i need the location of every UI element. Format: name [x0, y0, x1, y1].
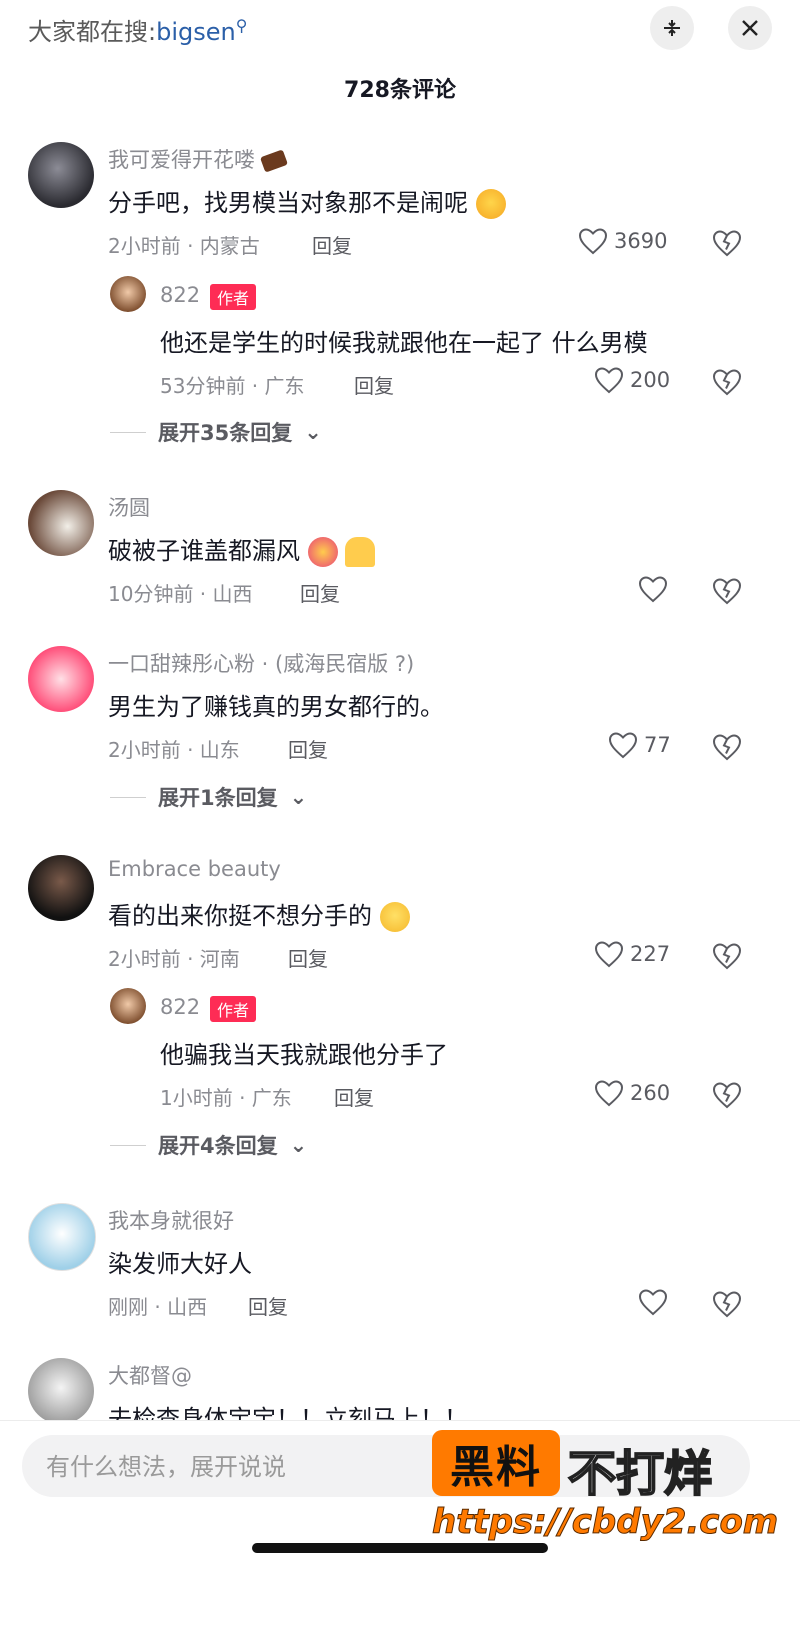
watermark-url: https://cbdy2.com [431, 1502, 779, 1543]
comment-text: 看的出来你挺不想分手的 [108, 896, 410, 932]
comment-username[interactable]: 我可爱得开花喽 [108, 144, 288, 174]
comment-meta: 10分钟前 · 山西 [108, 582, 253, 606]
reply-button[interactable]: 回复 [288, 734, 328, 763]
like-button[interactable]: 3690 [578, 227, 667, 255]
close-button[interactable] [728, 6, 772, 50]
expand-replies-button[interactable]: 展开1条回复 ⌄ [110, 782, 307, 812]
comment-username[interactable]: 一口甜辣彤心粉 · (威海民宿版 ?) [108, 648, 414, 678]
expand-replies-button[interactable]: 展开35条回复 ⌄ [110, 417, 322, 447]
like-button[interactable]: 77 [608, 731, 671, 759]
comment-username[interactable]: 汤圆 [108, 492, 150, 522]
dislike-icon[interactable] [712, 228, 742, 258]
close-icon [742, 20, 758, 36]
divider [110, 796, 146, 798]
comment-meta: 2小时前 · 河南 [108, 947, 240, 971]
reply-button[interactable]: 回复 [312, 230, 352, 259]
like-button[interactable]: 227 [594, 940, 670, 968]
like-count: 3690 [614, 229, 668, 253]
reply-button[interactable]: 回复 [300, 578, 340, 607]
avatar[interactable] [28, 855, 94, 921]
heart-icon [638, 1289, 668, 1316]
author-badge: 作者 [210, 284, 257, 310]
comment-username[interactable]: Embrace beauty [108, 857, 281, 881]
reply-button[interactable]: 回复 [288, 943, 328, 972]
comment-text: 破被子谁盖都漏风 [108, 531, 376, 567]
dislike-icon[interactable] [712, 367, 742, 397]
heart-icon [578, 228, 608, 255]
like-count: 200 [630, 368, 671, 392]
top-bar: 大家都在搜:bigsen⚲ 728条评论 [0, 0, 800, 103]
reply-text: 他还是学生的时候我就跟他在一起了 什么男模 [160, 329, 648, 357]
reply-button[interactable]: 回复 [248, 1291, 288, 1320]
avatar[interactable] [28, 1203, 96, 1271]
laughing-emoji-icon [475, 189, 506, 219]
like-button[interactable]: 200 [594, 366, 670, 394]
divider [110, 1144, 146, 1146]
comment-text: 染发师大好人 [108, 1250, 252, 1278]
heart-icon [608, 732, 638, 759]
like-count: 260 [630, 1081, 671, 1105]
heart-icon [594, 367, 624, 394]
comment-text: 分手吧，找男模当对象那不是闹呢 [108, 183, 506, 219]
comment-count-title: 728条评论 [344, 78, 456, 103]
comment-meta: 刚刚 · 山西 [108, 1295, 208, 1319]
reply-button[interactable]: 回复 [354, 370, 394, 399]
dislike-icon[interactable] [712, 941, 742, 971]
watermark: 黑料 不打烊 https://cbdy2.com [431, 1430, 779, 1550]
search-suggestion[interactable]: 大家都在搜:bigsen⚲ [28, 12, 247, 47]
heart-icon [594, 941, 624, 968]
comment-input[interactable] [44, 1435, 468, 1499]
collapse-button[interactable] [650, 6, 694, 50]
pray-emoji-icon [345, 537, 376, 567]
reply-username[interactable]: 822 [160, 283, 200, 307]
divider [110, 431, 146, 433]
watermark-badge: 黑料 [432, 1430, 560, 1496]
dislike-icon[interactable] [712, 576, 742, 606]
collapse-icon [664, 20, 680, 36]
chevron-down-icon: ⌄ [304, 420, 322, 444]
avatar[interactable] [110, 988, 146, 1024]
comment-username[interactable]: 大都督@ [108, 1360, 192, 1390]
like-button[interactable]: 260 [594, 1079, 670, 1107]
reply-meta: 1小时前 · 广东 [160, 1086, 292, 1110]
heart-icon [594, 1080, 624, 1107]
reply-meta: 53分钟前 · 广东 [160, 374, 305, 398]
search-icon: ⚲ [235, 16, 248, 35]
chevron-down-icon: ⌄ [289, 785, 308, 809]
comment-meta: 2小时前 · 内蒙古 [108, 234, 260, 258]
like-count: 227 [630, 942, 671, 966]
heart-icon [638, 576, 668, 603]
author-badge: 作者 [210, 996, 257, 1022]
reply-username[interactable]: 822 [160, 995, 200, 1019]
like-count: 77 [644, 733, 671, 757]
chocolate-emoji-icon [259, 149, 288, 173]
comment-text: 男生为了赚钱真的男女都行的。 [108, 693, 444, 721]
comment-username[interactable]: 我本身就很好 [108, 1205, 234, 1235]
chevron-down-icon: ⌄ [289, 1133, 308, 1157]
avatar[interactable] [28, 646, 94, 712]
hug-emoji-icon [307, 537, 338, 567]
search-prefix: 大家都在搜: [28, 18, 157, 46]
avatar[interactable] [110, 276, 146, 312]
comment-meta: 2小时前 · 山东 [108, 738, 240, 762]
like-button[interactable] [638, 1288, 674, 1316]
dislike-icon[interactable] [712, 1289, 742, 1319]
dislike-icon[interactable] [712, 732, 742, 762]
smile-emoji-icon [379, 902, 410, 932]
avatar[interactable] [28, 1358, 94, 1424]
avatar[interactable] [28, 490, 94, 556]
search-keyword[interactable]: bigsen [156, 18, 236, 46]
like-button[interactable] [638, 575, 674, 603]
dislike-icon[interactable] [712, 1080, 742, 1110]
watermark-text: 不打烊 [567, 1445, 713, 1503]
reply-button[interactable]: 回复 [334, 1082, 374, 1111]
reply-text: 他骗我当天我就跟他分手了 [160, 1041, 448, 1069]
expand-replies-button[interactable]: 展开4条回复 ⌄ [110, 1130, 307, 1160]
avatar[interactable] [28, 142, 94, 208]
